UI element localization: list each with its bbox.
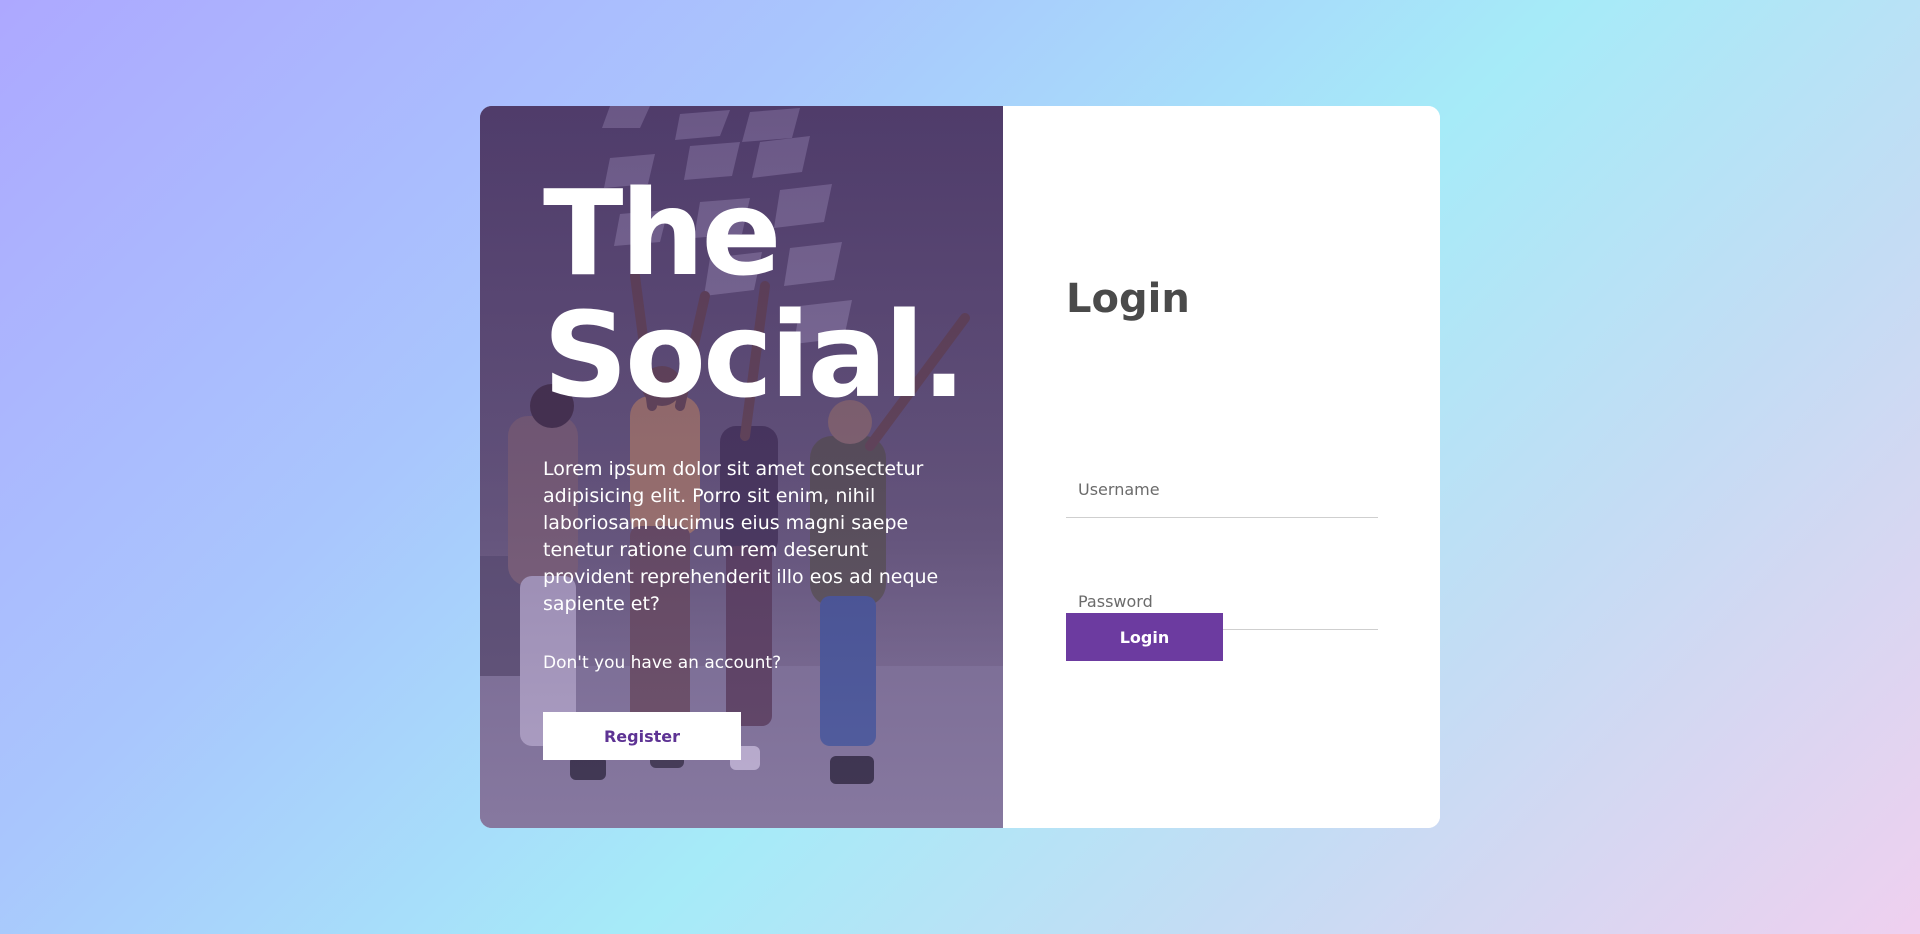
login-panel: Login Login (1003, 106, 1440, 828)
hero-description: Lorem ipsum dolor sit amet consectetur a… (543, 458, 939, 615)
register-button[interactable]: Register (543, 712, 741, 760)
hero-panel: The Social. Lorem ipsum dolor sit amet c… (480, 106, 1003, 828)
username-input[interactable] (1066, 462, 1378, 518)
login-button[interactable]: Login (1066, 613, 1223, 661)
brand-title: The Social. (543, 164, 966, 424)
account-question: Don't you have an account? (543, 653, 782, 673)
login-card: The Social. Lorem ipsum dolor sit amet c… (480, 106, 1440, 828)
login-title: Login (1066, 276, 1190, 322)
hero-content: The Social. Lorem ipsum dolor sit amet c… (543, 164, 966, 760)
